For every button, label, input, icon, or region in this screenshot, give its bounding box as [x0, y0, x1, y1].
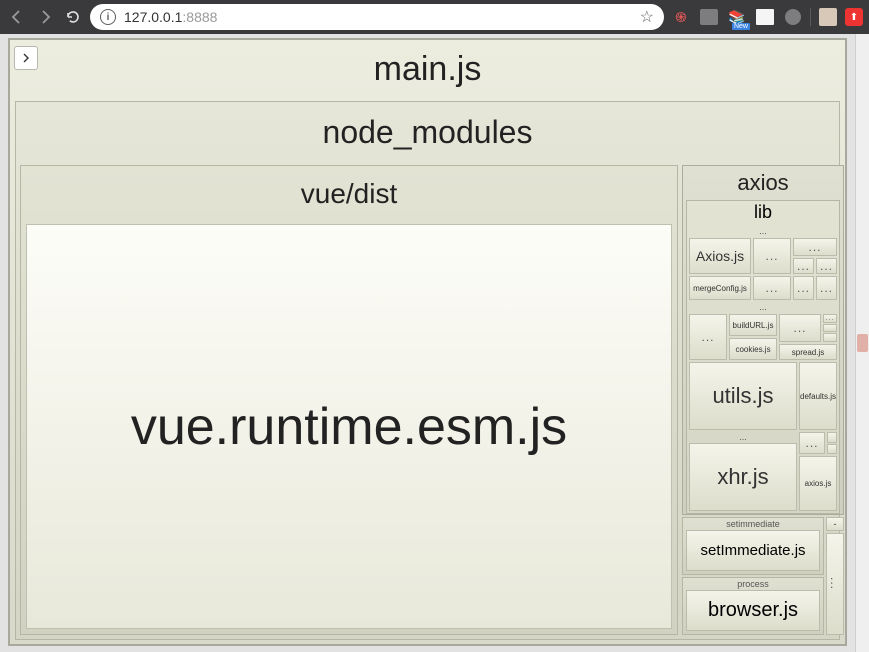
update-indicator-icon[interactable]: ⬆: [845, 8, 863, 26]
node-modules-title: node_modules: [16, 102, 839, 165]
lib-cell-dots[interactable]: ...: [823, 314, 837, 323]
defaults-cell[interactable]: defaults.js: [799, 362, 837, 430]
page-viewport: main.js node_modules vue/dist vue.runtim…: [0, 34, 869, 652]
axios-js-cell[interactable]: Axios.js: [689, 238, 751, 274]
vue-dist-title: vue/dist: [21, 166, 677, 224]
url-host: 127.0.0.1: [124, 9, 182, 25]
lib-cell-dots[interactable]: ...: [793, 258, 814, 274]
node-modules-block[interactable]: node_modules vue/dist vue.runtime.esm.js: [15, 101, 840, 640]
lib-section-header-2: ...: [689, 302, 837, 312]
setimmediate-file-cell[interactable]: setImmediate.js: [686, 530, 820, 571]
url-text: 127.0.0.1:8888: [124, 9, 632, 25]
toolbar-separator: [810, 8, 811, 26]
lib-cell-dots[interactable]: ...: [753, 238, 791, 274]
new-badge: New: [732, 23, 750, 30]
lib-cell-tiny[interactable]: [827, 432, 837, 443]
vue-runtime-label: vue.runtime.esm.js: [131, 397, 567, 457]
lib-cell-dots[interactable]: ...: [799, 432, 825, 454]
lib-cell-dots[interactable]: ...: [793, 238, 837, 256]
lib-block[interactable]: lib ... Axios.js ... ...: [686, 200, 840, 514]
scrollbar-thumb[interactable]: [857, 334, 868, 352]
axios-title: axios: [683, 166, 843, 200]
setimmediate-block[interactable]: setimmediate setImmediate.js: [682, 517, 824, 575]
vertical-scrollbar[interactable]: [855, 34, 869, 652]
tiny-cell-dash[interactable]: -: [826, 517, 844, 531]
lib-section-header-3: ...: [689, 432, 797, 442]
root-title: main.js: [10, 40, 845, 101]
lib-cell-dots[interactable]: ...: [816, 258, 837, 274]
lib-cell-dots[interactable]: ...: [793, 276, 814, 300]
lib-cell-tiny[interactable]: [823, 324, 837, 333]
lib-cell-dots[interactable]: ...: [753, 276, 791, 300]
setimmediate-header: setimmediate: [683, 518, 823, 530]
treemap-root[interactable]: main.js node_modules vue/dist vue.runtim…: [8, 38, 847, 646]
lib-cell-dots[interactable]: ...: [816, 276, 837, 300]
right-column: axios lib ... Axios.js ...: [682, 165, 844, 635]
spread-cell[interactable]: spread.js: [779, 344, 837, 360]
lib-title: lib: [687, 201, 839, 226]
buildurl-cell[interactable]: buildURL.js: [729, 314, 777, 336]
lib-cell-dots[interactable]: ...: [779, 314, 821, 342]
site-info-icon[interactable]: i: [100, 9, 116, 25]
axios-inner-cell[interactable]: axios.js: [799, 456, 837, 511]
reload-button[interactable]: [62, 6, 84, 28]
tiny-cell-dots[interactable]: ...: [826, 533, 844, 635]
process-header: process: [683, 578, 823, 590]
extension-icon-2[interactable]: [698, 6, 720, 28]
axios-block[interactable]: axios lib ... Axios.js ...: [682, 165, 844, 515]
profile-avatar-icon[interactable]: [817, 6, 839, 28]
back-button[interactable]: [6, 6, 28, 28]
lib-cell-dots[interactable]: ...: [689, 314, 727, 360]
extension-icon-4[interactable]: [754, 6, 776, 28]
utils-cell[interactable]: utils.js: [689, 362, 797, 430]
forward-button[interactable]: [34, 6, 56, 28]
vue-runtime-file-block[interactable]: vue.runtime.esm.js: [26, 224, 672, 629]
process-file-cell[interactable]: browser.js: [686, 590, 820, 631]
tiny-side-column: - ...: [826, 517, 844, 635]
mergeconfig-cell[interactable]: mergeConfig.js: [689, 276, 751, 300]
expand-sidebar-button[interactable]: [14, 46, 38, 70]
lib-section-header-1: ...: [689, 226, 837, 236]
vue-dist-block[interactable]: vue/dist vue.runtime.esm.js: [20, 165, 678, 635]
url-bar[interactable]: i 127.0.0.1:8888 ☆: [90, 4, 664, 30]
treemap-container: main.js node_modules vue/dist vue.runtim…: [0, 34, 855, 652]
process-block[interactable]: process browser.js: [682, 577, 824, 635]
node-modules-body: vue/dist vue.runtime.esm.js axios lib: [16, 165, 839, 639]
extension-icon-3[interactable]: 📚 New: [726, 6, 748, 28]
lib-content: ... Axios.js ... ... ... ..: [687, 226, 839, 513]
extension-icon-5[interactable]: [782, 6, 804, 28]
url-port: :8888: [182, 9, 217, 25]
cookies-cell[interactable]: cookies.js: [729, 338, 777, 360]
extension-icon-1[interactable]: ֍: [670, 6, 692, 28]
lib-cell-tiny[interactable]: [827, 444, 837, 455]
xhr-cell[interactable]: xhr.js: [689, 443, 797, 511]
browser-chrome: i 127.0.0.1:8888 ☆ ֍ 📚 New ⬆: [0, 0, 869, 34]
bookmark-star-icon[interactable]: ☆: [640, 7, 654, 27]
lib-cell-tiny[interactable]: [823, 333, 837, 342]
